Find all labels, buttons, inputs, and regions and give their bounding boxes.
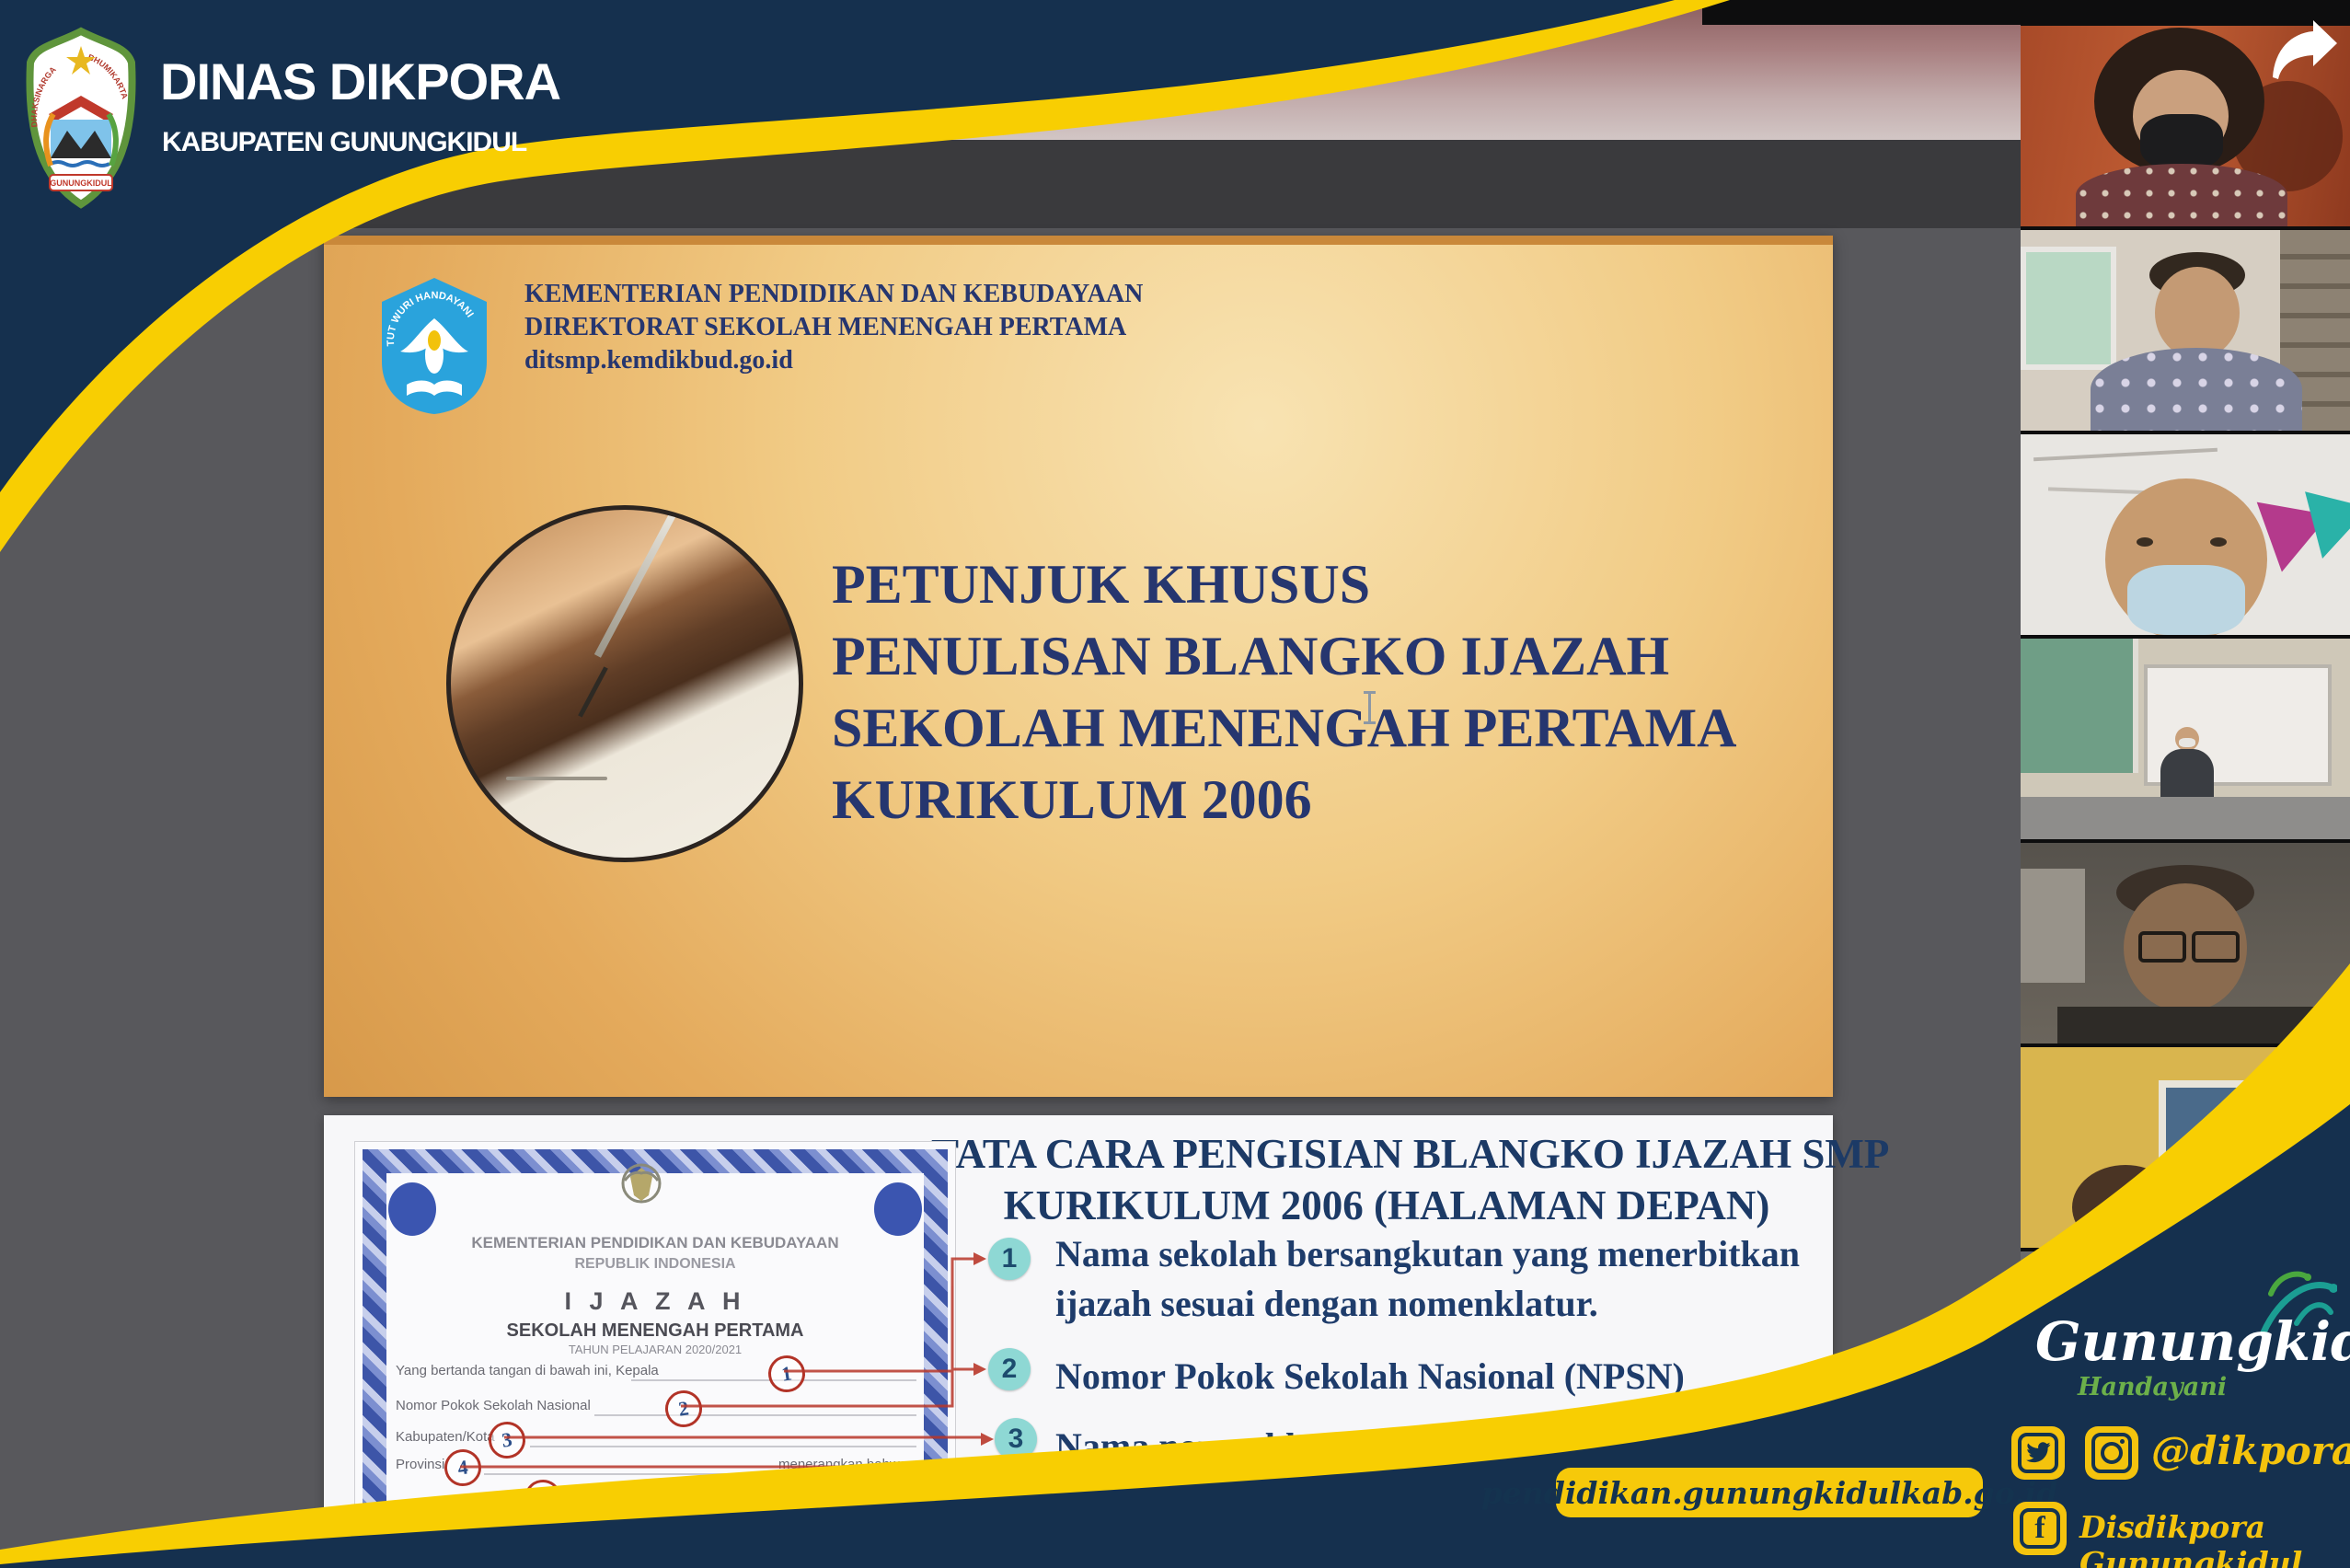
window (2021, 869, 2085, 983)
face-mask (2140, 114, 2223, 169)
participant-video-4[interactable] (2021, 639, 2350, 839)
kemdikbud-logo: TUT WURI HANDAYANI (374, 274, 494, 417)
participant-video-5[interactable] (2021, 843, 2350, 1043)
participant-body (2076, 164, 2287, 226)
slide-title-line3: SEKOLAH MENENGAH PERTAMA (832, 692, 1737, 764)
desk (2021, 797, 2350, 839)
face-mask (2127, 565, 2245, 635)
social-handle: @dikpora_gk (2151, 1428, 2350, 1473)
pen-tip (578, 666, 608, 717)
slide-org-url: ditsmp.kemdikbud.go.id (524, 346, 793, 375)
website-url: pendidikan.gunungkidulkab.go.id (1481, 1475, 2058, 1511)
glasses (2192, 931, 2240, 963)
share-arrow-icon[interactable] (2265, 18, 2339, 83)
item-2-number: 2 (988, 1348, 1031, 1390)
participant-body (2057, 1007, 2315, 1043)
slide-title-line1: PETUNJUK KHUSUS (832, 548, 1370, 620)
item-2-text: Nomor Pokok Sekolah Nasional (NPSN) (1055, 1352, 1828, 1401)
window (2159, 1080, 2287, 1198)
participant-video-3[interactable] (2021, 434, 2350, 635)
instagram-icon[interactable] (2085, 1426, 2138, 1480)
slide-org-line1: KEMENTERIAN PENDIDIKAN DAN KEBUDAYAAN (524, 280, 1143, 309)
slide-org-line2: DIREKTORAT SEKOLAH MENENGAH PERTAMA (524, 313, 1126, 342)
face-mask (2179, 738, 2195, 747)
crest-banner-text: GUNUNGKIDUL (50, 179, 112, 188)
meeting-window: 12 / 55 − 100% + TUT WURI HANDAYANI (0, 0, 2350, 1568)
writing-hand-photo (446, 505, 803, 862)
participant-face (2155, 267, 2240, 359)
footer-brand-subtitle: Handayani (2078, 1373, 2227, 1401)
facebook-icon[interactable]: f (2013, 1502, 2067, 1555)
participant-eye (2210, 537, 2227, 547)
agency-name: DINAS DIKPORA (160, 52, 560, 111)
top-black-bar (1702, 0, 2021, 25)
chalkboard (2021, 639, 2138, 773)
item-3-text: Nama nomenklatur kabupaten/kota*) ( (1055, 1422, 1828, 1471)
twitter-icon[interactable] (2011, 1426, 2065, 1480)
whiteboard-writing (2033, 448, 2218, 461)
written-line (506, 777, 607, 780)
participant-head (2072, 1165, 2179, 1248)
gunungkidul-crest: DHAKSINARGA BHUMIKARTA GUNUNGKIDUL (23, 26, 139, 210)
website-banner: pendidikan.gunungkidulkab.go.id (1556, 1468, 1983, 1517)
agency-region: KABUPATEN GUNUNGKIDUL (162, 127, 526, 158)
text-cursor (1368, 691, 1371, 724)
pdf-page-12-slide: TUT WURI HANDAYANI KEMENTERIAN PENDIDIKA… (324, 236, 1833, 1097)
participant-body (2091, 348, 2302, 431)
pen-image (594, 505, 683, 658)
participant-body (2160, 749, 2214, 804)
participant-eye (2137, 537, 2153, 547)
item-1-number: 1 (988, 1238, 1031, 1280)
facebook-name: Disdikpora Gunungkidul (2079, 1509, 2350, 1568)
slide-title-line4: KURIKULUM 2006 (832, 764, 1312, 836)
item-3-number: 3 (995, 1418, 1037, 1460)
participant-video-6[interactable] (2021, 1047, 2350, 1248)
glasses (2138, 931, 2186, 963)
window (2021, 247, 2116, 370)
footer-brand-name: Gunungkidul (2035, 1310, 2350, 1373)
item-1-text: Nama sekolah bersangkutan yang menerbitk… (1055, 1229, 1828, 1329)
slide-title-line2: PENULISAN BLANGKO IJAZAH (832, 620, 1669, 692)
participant-video-2[interactable] (2021, 230, 2350, 431)
